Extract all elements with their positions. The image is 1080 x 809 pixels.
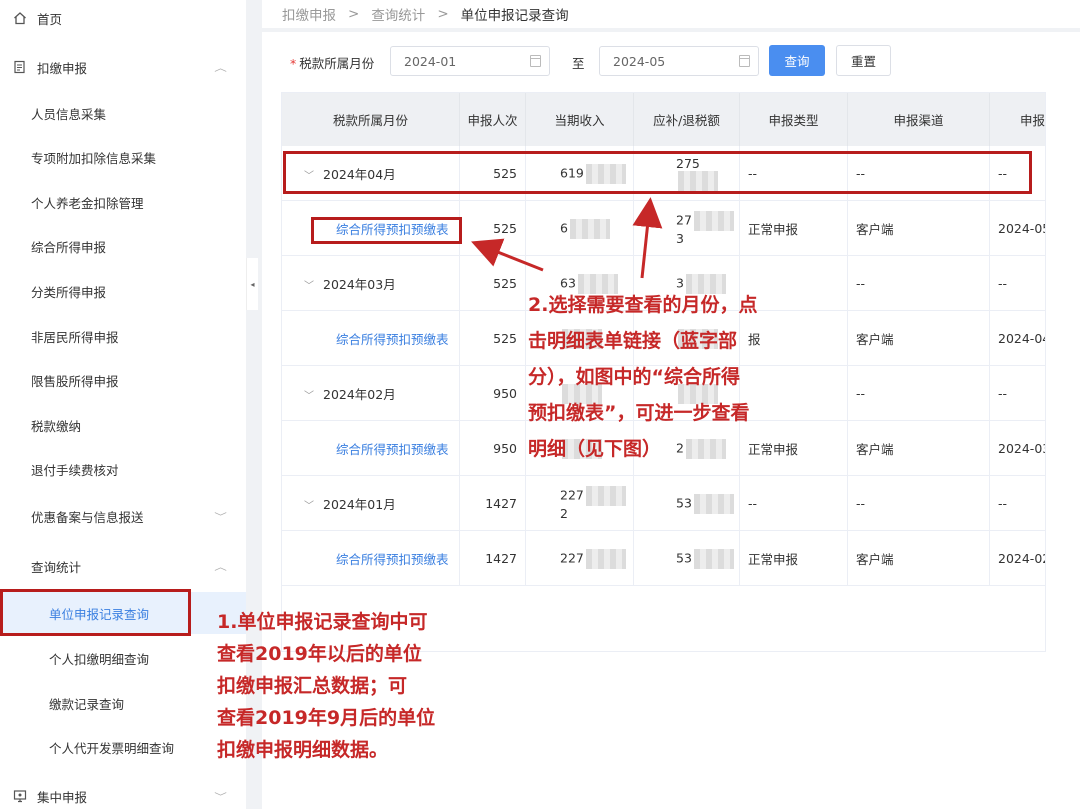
app-root: 首页 扣缴申报 ︿ 人员信息采集 专项附加扣除信息采集 个人养老金扣除管理 综合所得申报 分类… — [0, 0, 1080, 809]
annotation-arrows — [471, 197, 663, 279]
arrow-to-link — [471, 238, 544, 272]
arrow-to-month-row — [632, 197, 663, 279]
